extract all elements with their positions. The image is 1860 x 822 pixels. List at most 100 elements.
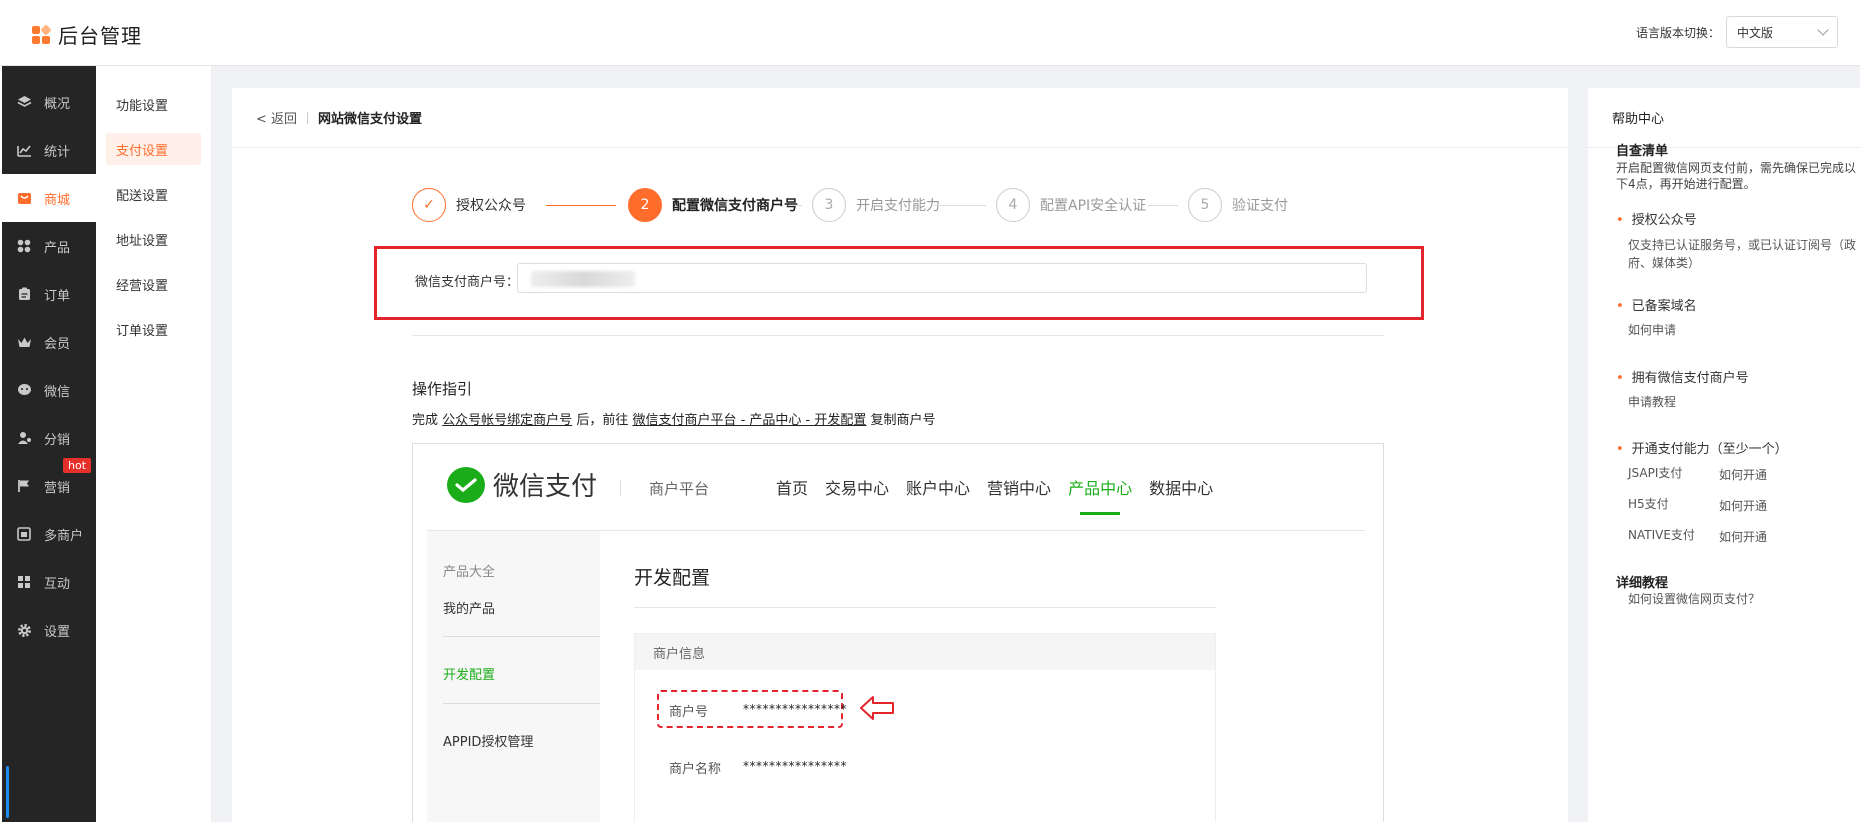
- sidebar-item-multi-merchant[interactable]: 多商户: [2, 510, 96, 558]
- clipboard-icon: [16, 286, 32, 302]
- apply-tutorial-link[interactable]: 申请教程: [1628, 393, 1860, 411]
- help-item-desc: 仅支持已认证服务号，或已认证订阅号（政府、媒体类）: [1628, 238, 1857, 270]
- language-label: 语言版本切换：: [1635, 25, 1720, 40]
- subnav-payment-settings[interactable]: 支付设置: [106, 133, 201, 165]
- sidebar-item-products[interactable]: 产品: [2, 222, 96, 270]
- sidebar-item-wechat[interactable]: 微信: [2, 366, 96, 414]
- sidebar-item-store[interactable]: 商城: [2, 174, 96, 222]
- help-item-title: 已备案域名: [1616, 295, 1697, 314]
- wechat-header: 微信支付 商户平台 首页 交易中心 账户中心 营销中心 产品中心 数据中心: [413, 444, 1383, 530]
- subnav-order-settings[interactable]: 订单设置: [106, 313, 201, 345]
- step-1[interactable]: ✓ 授权公众号: [412, 188, 526, 222]
- sidebar-item-label: 营销: [44, 480, 71, 496]
- crown-icon: [16, 334, 32, 350]
- native-enable-link[interactable]: 如何开通: [1719, 528, 1767, 545]
- sidebar-item-label: 微信: [44, 384, 71, 400]
- secondary-sidebar: 功能设置 支付设置 配送设置 地址设置 经营设置 订单设置: [96, 66, 212, 822]
- step-connector: [1148, 205, 1178, 206]
- guide-text: 后，前往: [576, 413, 629, 428]
- app-title: 后台管理: [58, 24, 142, 48]
- sidebar-item-label: 产品: [44, 240, 71, 256]
- top-header: 后台管理 语言版本切换： 中文版: [0, 0, 1860, 66]
- sidebar-item-interaction[interactable]: 互动: [2, 558, 96, 606]
- guide-text: 复制商户号: [870, 413, 936, 428]
- menu-divider: [443, 703, 600, 704]
- wechat-content: 开发配置 商户信息 商户号 **************** 商户名称 ****…: [600, 531, 1383, 822]
- header-divider: [620, 480, 621, 496]
- h5-enable-link[interactable]: 如何开通: [1719, 497, 1767, 514]
- step-5[interactable]: 5 验证支付: [1188, 188, 1288, 222]
- step-3[interactable]: 3 开启支付能力: [812, 188, 940, 222]
- sidebar-item-members[interactable]: 会员: [2, 318, 96, 366]
- users-icon: [16, 430, 32, 446]
- menu-dev-config: 开发配置: [443, 668, 496, 683]
- merchant-id-highlight: 微信支付商户号：: [374, 246, 1424, 320]
- help-center-panel: 帮助中心 自查清单 开启配置微信网页支付前，需先确保已完成以下4点，再开始进行配…: [1588, 88, 1860, 822]
- guide-text: 完成: [412, 413, 439, 428]
- language-switcher: 语言版本切换： 中文版: [1636, 16, 1838, 48]
- bind-merchant-link[interactable]: 公众号帐号绑定商户号: [442, 413, 572, 428]
- menu-all-products: 产品大全: [443, 565, 496, 580]
- merchant-platform-link[interactable]: 微信支付商户平台 - 产品中心 - 开发配置: [632, 413, 866, 428]
- page-title: 网站微信支付设置: [318, 112, 423, 127]
- progress-steps: ✓ 授权公众号 2 配置微信支付商户号 3 开启支付能力 4 配置API安全认证…: [412, 188, 1412, 224]
- primary-sidebar: 概况 统计 商城 产品 订单 会员 微信 分销 营销 hot 多商户 互动 设置: [0, 66, 96, 822]
- step-4[interactable]: 4 配置API安全认证: [996, 188, 1146, 222]
- layers-icon: [16, 94, 32, 110]
- back-link[interactable]: < 返回: [256, 108, 297, 127]
- subnav-business-settings[interactable]: 经营设置: [106, 268, 201, 300]
- sidebar-item-overview[interactable]: 概况: [2, 78, 96, 126]
- step-label: 开启支付能力: [856, 198, 940, 214]
- wechat-nav-item: 账户中心: [906, 479, 971, 498]
- merchant-name-value: ****************: [743, 759, 847, 773]
- wechat-nav: 首页 交易中心 账户中心 营销中心 产品中心 数据中心: [776, 475, 1213, 515]
- app-logo[interactable]: 后台管理: [32, 20, 142, 49]
- subnav-delivery-settings[interactable]: 配送设置: [106, 178, 201, 210]
- sidebar-item-label: 分销: [44, 432, 71, 448]
- sidebar-item-label: 设置: [44, 624, 71, 640]
- sidebar-item-marketing[interactable]: 营销 hot: [2, 458, 96, 510]
- sidebar-item-label: 会员: [44, 336, 71, 352]
- help-title: 帮助中心: [1588, 88, 1860, 148]
- merchant-no-label: 商户号: [669, 705, 709, 720]
- step-label: 授权公众号: [456, 198, 526, 214]
- hot-badge: hot: [63, 458, 92, 473]
- chevron-down-icon: [1817, 24, 1829, 36]
- sidebar-item-label: 商城: [44, 192, 71, 208]
- step-connector: [788, 205, 802, 206]
- step-number: 2: [628, 188, 662, 222]
- guide-title: 操作指引: [412, 380, 473, 398]
- subnav-address-settings[interactable]: 地址设置: [106, 223, 201, 255]
- help-item-title: 开通支付能力（至少一个）: [1616, 438, 1788, 457]
- sidebar-item-label: 互动: [44, 576, 71, 592]
- language-value: 中文版: [1737, 25, 1774, 40]
- sidebar-item-label: 统计: [44, 144, 71, 160]
- heading-divider: [634, 607, 1216, 608]
- breadcrumb: < 返回 网站微信支付设置: [232, 88, 1568, 148]
- apply-domain-link[interactable]: 如何申请: [1628, 321, 1860, 339]
- sidebar-item-distribution[interactable]: 分销: [2, 414, 96, 462]
- sidebar-item-settings[interactable]: 设置: [2, 606, 96, 654]
- step-connector: [934, 205, 986, 206]
- sidebar-item-orders[interactable]: 订单: [2, 270, 96, 318]
- jsapi-enable-link[interactable]: 如何开通: [1719, 466, 1767, 483]
- wechat-icon: [16, 382, 32, 398]
- pointer-arrow-icon: [860, 696, 894, 720]
- merchant-id-input[interactable]: [517, 263, 1367, 293]
- dev-config-heading: 开发配置: [634, 567, 711, 589]
- tutorial-link[interactable]: 如何设置微信网页支付？: [1628, 590, 1860, 608]
- logo-icon: [32, 23, 52, 44]
- sidebar-item-label: 概况: [44, 96, 71, 112]
- merchant-id-label: 微信支付商户号：: [415, 275, 520, 290]
- step-connector: [546, 205, 616, 206]
- step-2[interactable]: 2 配置微信支付商户号: [628, 188, 798, 222]
- sidebar-item-stats[interactable]: 统计: [2, 126, 96, 174]
- gear-icon: [16, 622, 32, 638]
- merchant-no-value: ****************: [743, 702, 847, 716]
- sidebar-scrollbar[interactable]: [6, 766, 9, 818]
- language-select[interactable]: 中文版: [1726, 16, 1838, 48]
- help-item-title: 拥有微信支付商户号: [1616, 367, 1749, 386]
- main-panel: < 返回 网站微信支付设置 ✓ 授权公众号 2 配置微信支付商户号 3 开启支付…: [232, 88, 1568, 822]
- sidebar-item-label: 多商户: [44, 528, 84, 544]
- subnav-function-settings[interactable]: 功能设置: [106, 88, 201, 120]
